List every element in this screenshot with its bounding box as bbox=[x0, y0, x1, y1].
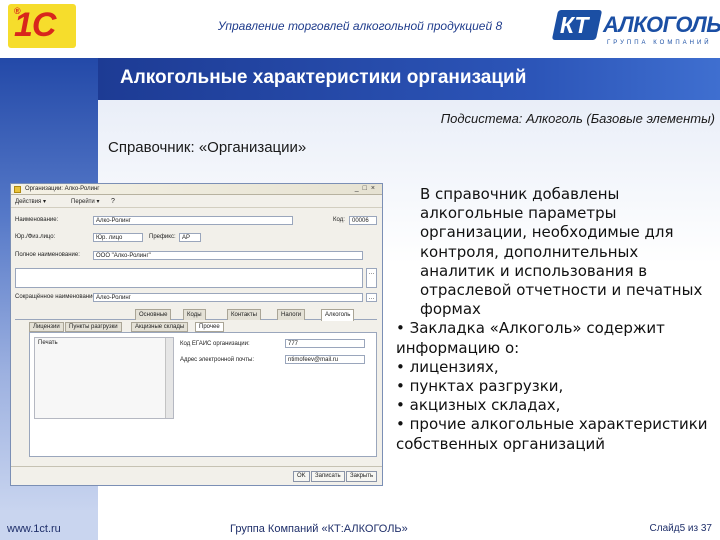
code-field[interactable]: 00006 bbox=[349, 216, 377, 225]
description-intro: В справочник добавлены алкогольные парам… bbox=[420, 185, 703, 319]
slide: 1С ® Управление торговлей алкогольной пр… bbox=[0, 0, 720, 540]
save-button[interactable]: Записать bbox=[311, 471, 345, 482]
alcohol-subtabs: Лицензии Пункты разгрузки Акцизные склад… bbox=[29, 322, 377, 332]
close-button[interactable]: Закрыть bbox=[346, 471, 378, 482]
list-scrollbar[interactable] bbox=[165, 338, 173, 418]
subtab-unloading-points[interactable]: Пункты разгрузки bbox=[65, 322, 122, 332]
kt-logo-box-text: КТ bbox=[559, 12, 589, 38]
footer-left-block: www.1ct.ru bbox=[0, 510, 98, 540]
kt-logo-box: КТ bbox=[551, 10, 603, 40]
bullet-unloading-points: пунктах разгрузки, bbox=[396, 377, 712, 396]
directory-label: Справочник: «Организации» bbox=[108, 139, 307, 156]
full-name-label: Полное наименование: bbox=[15, 252, 80, 258]
alcohol-other-panel: Печать Код ЕГАИС организации: 777 Адрес … bbox=[29, 332, 377, 457]
toolbar-actions[interactable]: Действия ▾ bbox=[15, 198, 46, 205]
legal-type-label: Юр./Физ.лицо: bbox=[15, 234, 56, 240]
tab-alcohol[interactable]: Алкоголь bbox=[321, 309, 355, 321]
ok-button[interactable]: OK bbox=[293, 471, 310, 482]
email-field[interactable]: ntimofeev@mail.ru bbox=[285, 355, 365, 364]
comment-field[interactable] bbox=[15, 268, 363, 288]
help-icon[interactable]: ? bbox=[111, 198, 115, 205]
form-tabs: Основные Коды Контакты Налоги Алкоголь bbox=[15, 309, 377, 321]
email-label: Адрес электронной почты: bbox=[180, 357, 255, 363]
name-field[interactable]: Алко-Ролинг bbox=[93, 216, 293, 225]
prefix-label: Префикс: bbox=[149, 234, 176, 240]
form-icon bbox=[14, 186, 21, 193]
subtab-excise-warehouses[interactable]: Акцизные склады bbox=[131, 322, 189, 332]
bullet-licenses: лицензиях, bbox=[396, 358, 712, 377]
window-controls: _□× bbox=[354, 185, 379, 192]
tab-taxes[interactable]: Налоги bbox=[277, 309, 306, 320]
comment-select-button[interactable]: … bbox=[366, 268, 377, 288]
description-text: В справочник добавлены алкогольные парам… bbox=[396, 185, 712, 454]
1c-logo: 1С ® bbox=[8, 4, 76, 48]
kt-alcohol-logo: КТ АЛКОГОЛЬ ГРУППА КОМПАНИЙ bbox=[551, 6, 720, 50]
header-title: Управление торговлей алкогольной продукц… bbox=[217, 19, 503, 33]
form-toolbar: Действия ▾ Перейти ▾ ? bbox=[11, 196, 382, 208]
subtab-other[interactable]: Прочее bbox=[195, 322, 224, 332]
toolbar-goto[interactable]: Перейти ▾ bbox=[71, 198, 99, 205]
print-list[interactable]: Печать bbox=[34, 337, 174, 419]
short-name-field[interactable]: Алко-Ролинг bbox=[93, 293, 363, 302]
subtab-licenses[interactable]: Лицензии bbox=[29, 322, 64, 332]
tab-codes[interactable]: Коды bbox=[183, 309, 206, 320]
slide-title-bar: Алкогольные характеристики организаций bbox=[98, 58, 720, 100]
tab-main[interactable]: Основные bbox=[135, 309, 172, 320]
egais-code-field[interactable]: 777 bbox=[285, 339, 365, 348]
slide-title: Алкогольные характеристики организаций bbox=[120, 67, 527, 88]
footer-company: Группа Компаний «КТ:АЛКОГОЛЬ» bbox=[230, 523, 408, 535]
header: 1С ® Управление торговлей алкогольной пр… bbox=[0, 0, 720, 58]
code-label: Код: bbox=[333, 217, 345, 223]
slide-number: Слайд5 из 37 bbox=[649, 523, 712, 534]
window-titlebar: Организации: Алко-Ролинг _□× bbox=[11, 184, 382, 195]
name-label: Наименование: bbox=[15, 217, 59, 223]
footer: www.1ct.ru Группа Компаний «КТ:АЛКОГОЛЬ»… bbox=[0, 510, 720, 540]
registered-icon: ® bbox=[14, 6, 21, 16]
legal-type-field[interactable]: Юр. лицо bbox=[93, 233, 143, 242]
short-name-select-button[interactable]: … bbox=[366, 293, 377, 302]
bullet-excise-warehouses: акцизных складах, bbox=[396, 396, 712, 415]
form-footer: OK Записать Закрыть bbox=[11, 466, 382, 485]
kt-logo-subtitle: ГРУППА КОМПАНИЙ bbox=[607, 40, 712, 46]
website-link[interactable]: www.1ct.ru bbox=[7, 523, 61, 535]
list-header: Печать bbox=[38, 340, 58, 346]
subsystem-label: Подсистема: Алкоголь (Базовые элементы) bbox=[440, 111, 715, 126]
egais-code-label: Код ЕГАИС организации: bbox=[180, 341, 250, 347]
bullet-alcohol-tab: Закладка «Алкоголь» содержит информацию … bbox=[396, 319, 712, 357]
organization-form-screenshot: Организации: Алко-Ролинг _□× Действия ▾ … bbox=[10, 183, 383, 486]
window-title: Организации: Алко-Ролинг bbox=[25, 186, 100, 192]
tab-contacts[interactable]: Контакты bbox=[227, 309, 261, 320]
prefix-field[interactable]: АР bbox=[179, 233, 201, 242]
full-name-field[interactable]: ООО "Алко-Ролинг" bbox=[93, 251, 363, 260]
short-name-label: Сокращённое наименование: bbox=[15, 294, 98, 300]
kt-logo-name: АЛКОГОЛЬ bbox=[603, 12, 720, 37]
bullet-other-characteristics: прочие алкогольные характеристики собств… bbox=[396, 415, 712, 453]
